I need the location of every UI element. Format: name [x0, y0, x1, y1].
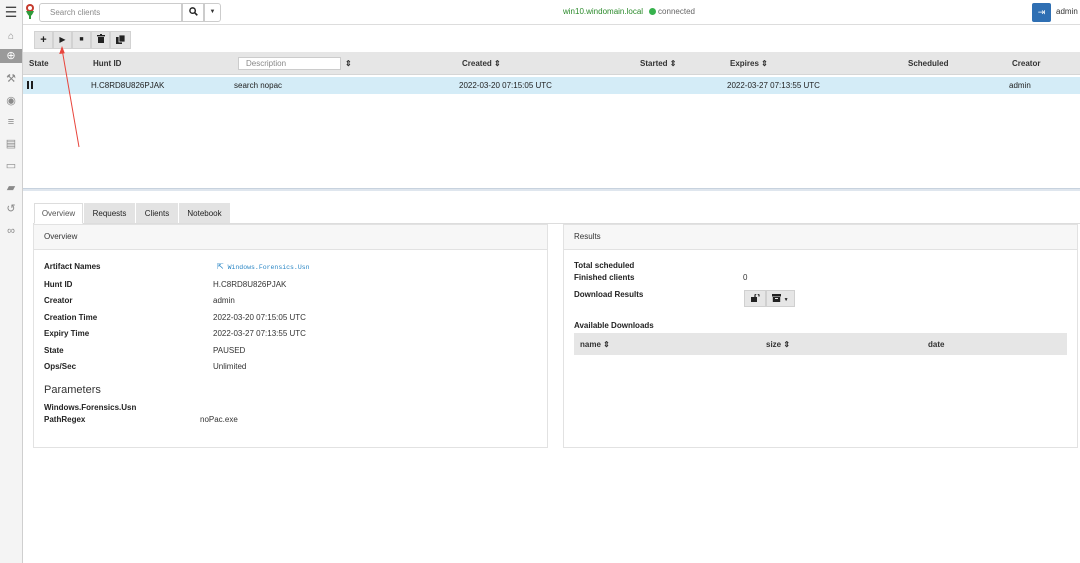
unlock-download-button[interactable]	[744, 290, 766, 307]
field-value-creation-time: 2022-03-20 07:15:05 UTC	[213, 313, 306, 322]
menu-icon[interactable]: ☰	[2, 5, 20, 19]
col-hunt-id[interactable]: Hunt ID	[93, 59, 121, 68]
overview-panel-title: Overview	[34, 225, 547, 250]
row-description: search nopac	[234, 81, 283, 90]
field-label-hunt-id: Hunt ID	[44, 280, 73, 289]
search-options-dropdown[interactable]: ▼	[204, 3, 221, 22]
downloads-table-header: name ⇕ size ⇕ date	[574, 333, 1067, 355]
col-started[interactable]: Started ⇕	[640, 59, 677, 68]
left-sidebar: ☰ ⌂ ⊕ ⚒ ◉ ≡ ▤ ▭ ▰ ↺ ∞	[0, 0, 23, 563]
table-row[interactable]: H.C8RD8U826PJAK search nopac 2022-03-20 …	[23, 77, 1080, 94]
col-date[interactable]: date	[928, 340, 944, 349]
col-created[interactable]: Created ⇕	[462, 59, 501, 68]
wrench-icon[interactable]: ⚒	[3, 72, 19, 86]
artifact-link[interactable]: ⇱ Windows.Forensics.Usn	[217, 262, 310, 271]
history-icon[interactable]: ↺	[3, 202, 19, 216]
velociraptor-logo-icon[interactable]	[24, 3, 36, 21]
search-button[interactable]	[182, 3, 204, 22]
finished-clients-label: Finished clients	[574, 273, 635, 282]
field-label-creation-time: Creation Time	[44, 313, 98, 322]
archive-icon	[772, 294, 782, 302]
laptop-icon[interactable]: ▭	[3, 159, 19, 173]
col-creator[interactable]: Creator	[1012, 59, 1040, 68]
tab-clients[interactable]: Clients	[136, 203, 178, 224]
tab-overview[interactable]: Overview	[34, 203, 83, 224]
eye-icon[interactable]: ◉	[3, 94, 19, 108]
finished-clients-value: 0	[743, 273, 748, 282]
col-size[interactable]: size ⇕	[766, 340, 790, 349]
pane-splitter[interactable]	[23, 188, 1080, 191]
trash-icon	[96, 34, 105, 43]
server-icon[interactable]: ≡	[3, 115, 19, 129]
parameters-heading: Parameters	[44, 384, 101, 396]
crosshairs-icon[interactable]: ⊕	[0, 49, 22, 63]
search-input[interactable]	[39, 3, 182, 22]
search-icon	[188, 7, 198, 16]
hunts-table-header: State Hunt ID ⇕ Created ⇕ Started ⇕ Expi…	[23, 52, 1080, 75]
row-expires: 2022-03-27 07:13:55 UTC	[727, 81, 820, 90]
paused-state-icon	[27, 81, 33, 89]
folder-icon[interactable]: ▰	[3, 181, 19, 195]
new-hunt-button[interactable]: +	[34, 31, 53, 49]
field-label-expiry-time: Expiry Time	[44, 329, 90, 338]
total-scheduled-label: Total scheduled	[574, 261, 635, 270]
col-state[interactable]: State	[29, 59, 49, 68]
unlock-icon	[750, 292, 760, 302]
col-expires[interactable]: Expires ⇕	[730, 59, 768, 68]
username[interactable]: admin	[1056, 7, 1078, 16]
field-value-hunt-id: H.C8RD8U826PJAK	[213, 280, 287, 289]
col-name[interactable]: name ⇕	[580, 340, 610, 349]
sign-out-icon: ⇥	[1037, 7, 1046, 17]
parameter-artifact-name: Windows.Forensics.Usn	[44, 403, 137, 412]
field-value-state: PAUSED	[213, 346, 246, 355]
parameter-value: noPac.exe	[200, 415, 238, 424]
field-label-state: State	[44, 346, 64, 355]
available-downloads-label: Available Downloads	[574, 321, 654, 330]
caret-down-icon: ▼	[783, 297, 789, 303]
archive-download-dropdown[interactable]: ▼	[766, 290, 795, 307]
row-hunt-id: H.C8RD8U826PJAK	[91, 81, 165, 90]
copy-hunt-button[interactable]	[110, 31, 131, 49]
field-label-artifact-names: Artifact Names	[44, 262, 101, 271]
sort-icon[interactable]: ⇕	[345, 59, 352, 68]
home-icon[interactable]: ⌂	[3, 30, 19, 44]
binoculars-icon[interactable]: ∞	[3, 224, 19, 238]
download-results-label: Download Results	[574, 290, 644, 299]
top-bar: ▼ win10.windomain.local connected ⇥ admin	[23, 0, 1080, 25]
status-dot-icon	[649, 8, 657, 15]
tab-notebook[interactable]: Notebook	[179, 203, 230, 224]
description-filter-input[interactable]	[238, 57, 341, 70]
field-label-creator: Creator	[44, 296, 73, 305]
run-hunt-button[interactable]: ▶	[53, 31, 72, 49]
row-created: 2022-03-20 07:15:05 UTC	[459, 81, 552, 90]
field-label-ops-sec: Ops/Sec	[44, 362, 77, 371]
stop-hunt-button[interactable]: ■	[72, 31, 91, 49]
logout-button[interactable]: ⇥	[1032, 3, 1051, 22]
book-icon[interactable]: ▤	[3, 137, 19, 151]
connection-status: win10.windomain.local connected	[563, 7, 695, 16]
col-scheduled[interactable]: Scheduled	[908, 59, 948, 68]
field-value-expiry-time: 2022-03-27 07:13:55 UTC	[213, 329, 306, 338]
parameter-key: PathRegex	[44, 415, 86, 424]
hostname: win10.windomain.local	[563, 7, 644, 16]
tab-requests[interactable]: Requests	[84, 203, 135, 224]
caret-down-icon: ▼	[209, 9, 216, 15]
row-creator: admin	[1009, 81, 1031, 90]
external-link-icon: ⇱	[217, 262, 224, 271]
field-value-ops-sec: Unlimited	[213, 362, 247, 371]
copy-icon	[116, 34, 126, 44]
delete-hunt-button[interactable]	[91, 31, 110, 49]
results-panel-title: Results	[564, 225, 1077, 250]
field-value-creator: admin	[213, 296, 235, 305]
status-text: connected	[658, 7, 695, 16]
